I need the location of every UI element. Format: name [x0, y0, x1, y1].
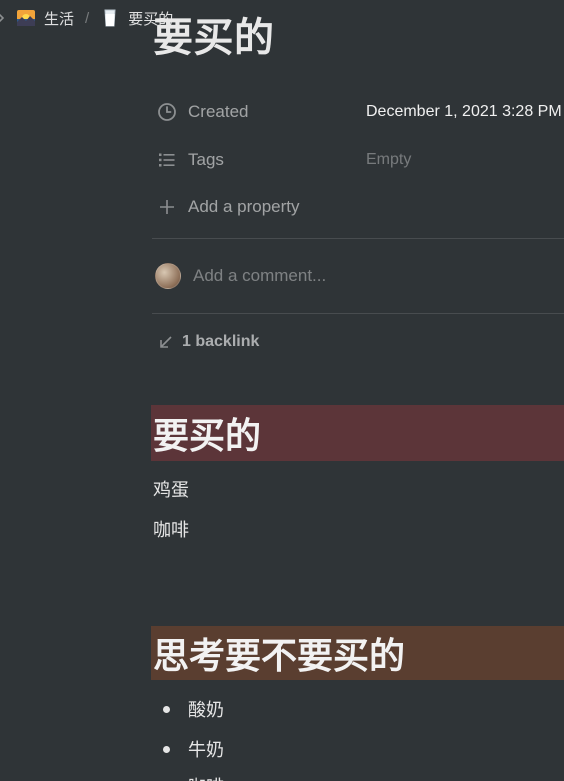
heading-text: 要买的: [153, 415, 262, 456]
property-tags[interactable]: Tags Empty: [157, 145, 411, 175]
notion-page: 生活 / 要买的 要买的 Created December 1, 2021 3:…: [0, 0, 564, 781]
avatar: [155, 263, 181, 289]
list-item-text: 酸奶: [188, 700, 224, 720]
comment-bar: Add a comment...: [155, 262, 326, 290]
add-property-button[interactable]: Add a property: [157, 192, 300, 222]
heading-to-buy[interactable]: 要买的: [151, 405, 564, 461]
property-name: Created: [188, 102, 249, 121]
property-value-tags[interactable]: Empty: [366, 151, 411, 169]
milk-glass-emoji-icon: [100, 8, 120, 28]
divider: [152, 313, 564, 314]
bullet-icon: [163, 745, 170, 753]
clock-icon: [157, 102, 177, 122]
list-item-text: 咖啡: [188, 773, 224, 781]
list-item-text: 牛奶: [188, 740, 224, 760]
backlinks-toggle[interactable]: 1 backlink: [158, 330, 259, 354]
bullet-icon: [163, 705, 170, 713]
breadcrumb-item-life[interactable]: 生活: [16, 8, 74, 29]
breadcrumb: 生活 / 要买的: [0, 6, 173, 30]
property-name: Tags: [188, 150, 224, 169]
breadcrumb-separator: /: [85, 9, 90, 27]
sunset-emoji-icon: [16, 8, 36, 28]
breadcrumb-label: 生活: [44, 10, 75, 28]
chevron-right-icon[interactable]: [0, 13, 4, 23]
list-icon: [157, 150, 177, 170]
property-value-created[interactable]: December 1, 2021 3:28 PM: [366, 103, 562, 121]
heading-considering[interactable]: 思考要不要买的: [151, 626, 564, 680]
text-block[interactable]: 鸡蛋: [153, 476, 189, 502]
backlinks-label: 1 backlink: [182, 333, 260, 350]
add-property-label: Add a property: [188, 197, 300, 216]
property-created[interactable]: Created December 1, 2021 3:28 PM: [157, 97, 562, 127]
arrow-down-left-icon: [160, 336, 172, 348]
comment-input[interactable]: Add a comment...: [193, 266, 326, 286]
heading-text: 思考要不要买的: [153, 635, 406, 676]
plus-icon: [157, 197, 177, 217]
text-block[interactable]: 咖啡: [153, 516, 189, 542]
list-item[interactable]: 咖啡: [163, 773, 224, 781]
list-item[interactable]: 牛奶: [163, 736, 224, 762]
list-item[interactable]: 酸奶: [163, 696, 224, 722]
divider: [152, 238, 564, 239]
page-title[interactable]: 要买的: [153, 16, 275, 60]
